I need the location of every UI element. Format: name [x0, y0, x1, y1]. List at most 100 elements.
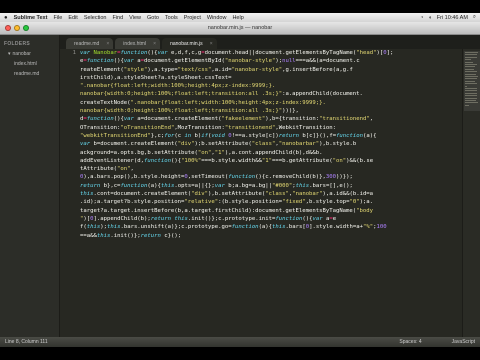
menu-goto[interactable]: Goto	[147, 15, 159, 21]
code-token: reateElement(	[80, 66, 124, 73]
close-tab-icon[interactable]: ×	[106, 41, 109, 47]
syntax-mode[interactable]: JavaScript	[452, 339, 475, 345]
clock[interactable]: Fri 10:46 AM	[437, 15, 468, 21]
code-line[interactable]: OTransition:"oTransitionEnd",MozTransiti…	[60, 124, 462, 132]
code-line[interactable]: tAttribute("on",	[60, 165, 462, 173]
code-line[interactable]: addEventListener(d,function(){"100%"===b…	[60, 157, 462, 165]
code-text: var b=document.createElement("div");b.se…	[80, 140, 356, 148]
apple-menu-icon[interactable]: ●	[4, 15, 8, 21]
close-tab-icon[interactable]: ×	[153, 41, 156, 47]
code-token: b[c]}(),f=	[299, 132, 337, 139]
code-text: var Nanobar=function(){var e,d,f,c,g=doc…	[80, 49, 393, 57]
minimap-line	[465, 54, 477, 56]
menu-find[interactable]: Find	[112, 15, 123, 21]
code-line[interactable]: createTextNode(".nanobar{float:left;widt…	[60, 99, 462, 107]
close-tab-icon[interactable]: ×	[210, 41, 213, 47]
code-line[interactable]: target?a.target.insertBefore(b,a.target.…	[60, 207, 462, 215]
code-token: var	[157, 50, 171, 56]
tab-nanobar-min[interactable]: nanobar.min.js ×	[162, 38, 217, 49]
wifi-icon[interactable]: ◔	[420, 15, 423, 21]
code-token: var	[80, 50, 94, 56]
code-token: ".nanobar{float:left;width:100%;height:4…	[80, 83, 276, 90]
tab-readme[interactable]: readme.md ×	[66, 38, 114, 49]
code-line[interactable]: d=function(){var a=document.createElemen…	[60, 115, 462, 123]
line-number	[60, 215, 80, 223]
code-line[interactable]: f(this);this.bars.unshift(a)};c.prototyp…	[60, 223, 462, 231]
menu-file[interactable]: File	[53, 15, 62, 21]
code-token: ackground=a.opts.bg,b.setAttribute(	[80, 149, 198, 156]
line-number	[60, 182, 80, 190]
code-token: document.head||document.getElementsByTag…	[204, 50, 357, 56]
code-line[interactable]: return b},c=function(a){this.opts=a||{};…	[60, 182, 462, 190]
code-token: "div"	[191, 191, 208, 198]
code-token: "nanobarbar"	[278, 141, 320, 148]
menu-window[interactable]: Window	[207, 15, 227, 21]
menu-selection[interactable]: Selection	[84, 15, 107, 21]
code-line[interactable]: ==a&&this.init()};return c}();	[60, 232, 462, 240]
menubar-app-name[interactable]: Sublime Text	[14, 15, 48, 21]
code-text: .id);a.target?b.style.position="relative…	[80, 198, 373, 206]
code-line[interactable]: ackground=a.opts.bg,b.setAttribute("on",…	[60, 149, 462, 157]
code-line[interactable]: nanobar{width:0;height:100%;float:left;t…	[60, 107, 462, 115]
sidebar-file-index[interactable]: index.html	[0, 59, 59, 69]
code-line[interactable]: reateElement("style"),a.type="text/css",…	[60, 66, 462, 74]
code-line[interactable]: ")[0].appendChild(b);return this.init()}…	[60, 215, 462, 223]
menu-view[interactable]: View	[129, 15, 141, 21]
code-token: "%"	[363, 224, 374, 231]
sidebar-folder[interactable]: ▾ nanobar	[0, 49, 59, 59]
code-token: :a.appendChild(document.	[282, 91, 363, 98]
code-line[interactable]: 1 var Nanobar=function(){var e,d,f,c,g=do…	[60, 49, 462, 57]
code-token: );b.setAttribute(	[194, 141, 252, 148]
code-line[interactable]: irstChild),a.styleSheet?a.styleSheet.css…	[60, 74, 462, 82]
code-line[interactable]: this.cont=document.createElement("div"),…	[60, 190, 462, 198]
code-text: ==a&&this.init()};return c}();	[80, 232, 181, 240]
menu-tools[interactable]: Tools	[165, 15, 178, 21]
line-number	[60, 140, 80, 148]
code-text: ".nanobar{float:left;width:100%;height:4…	[80, 82, 275, 90]
minimap-line	[465, 95, 478, 97]
code-text: nanobar{width:0;height:100%;float:left;t…	[80, 107, 299, 115]
menu-help[interactable]: Help	[232, 15, 243, 21]
code-line[interactable]: 0),a.bars.pop(),b.style.height=0,setTime…	[60, 173, 462, 181]
sidebar-file-readme[interactable]: readme.md	[0, 69, 59, 79]
code-line[interactable]: "webkitTransitionEnd"},c;for(c in b)if(v…	[60, 132, 462, 140]
indentation-setting[interactable]: Spaces: 4	[399, 339, 421, 345]
search-icon[interactable]: ⌕	[473, 14, 476, 21]
code-token: this	[96, 232, 111, 239]
code-text: target?a.target.insertBefore(b,a.target.…	[80, 207, 373, 215]
minimap-line	[465, 100, 476, 101]
code-token: );a.	[359, 199, 374, 206]
tab-label: nanobar.min.js	[170, 40, 203, 47]
code-token: 300	[325, 174, 337, 181]
code-token: "oTransitionEnd"	[120, 124, 175, 131]
line-number	[60, 90, 80, 98]
code-text: return b},c=function(a){this.opts=a||{};…	[80, 182, 353, 190]
menu-project[interactable]: Project	[184, 15, 201, 21]
code-token: "100%"	[181, 157, 202, 164]
line-number: 1	[72, 50, 76, 56]
code-token: .bars.unshift(a)};c.prototype.go=	[120, 224, 232, 231]
code-token: ===a&&(a=document.c	[295, 58, 360, 65]
letterbox-top	[0, 0, 480, 13]
code-line[interactable]: var b=document.createElement("div");b.se…	[60, 140, 462, 148]
code-token: function	[120, 50, 148, 56]
code-token: e	[332, 215, 337, 222]
code-line[interactable]: nanobar{width:0;height:100%;float:left;t…	[60, 90, 462, 98]
menu-edit[interactable]: Edit	[68, 15, 77, 21]
code-token: "head"	[356, 50, 377, 56]
code-line[interactable]: e=function(){var a=document.getElementBy…	[60, 57, 462, 65]
code-line[interactable]: .id);a.target?b.style.position="relative…	[60, 198, 462, 206]
code-token: for	[164, 132, 175, 139]
code-token: "class"	[265, 191, 289, 198]
minimap-line	[465, 56, 477, 58]
tab-index[interactable]: index.html ×	[115, 38, 161, 49]
volume-icon[interactable]: ◖	[428, 15, 431, 21]
code-token: b},c=	[100, 182, 121, 189]
code-line[interactable]: ".nanobar{float:left;width:100%;height:4…	[60, 82, 462, 90]
code-token: irstChild),a.styleSheet?a.styleSheet.css…	[80, 74, 232, 81]
code-token: target?a.target.insertBefore(b,a.target.…	[80, 207, 357, 214]
minimap[interactable]	[462, 49, 480, 337]
code-editor[interactable]: 1 var Nanobar=function(){var e,d,f,c,g=do…	[60, 49, 462, 337]
code-token: ==a&&	[80, 232, 97, 239]
line-number	[60, 149, 80, 157]
